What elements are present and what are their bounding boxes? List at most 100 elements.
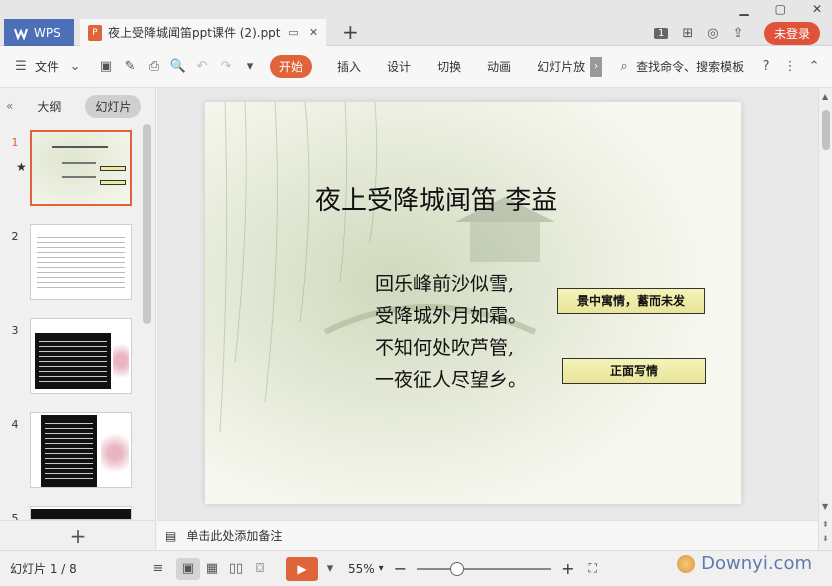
next-slide-icon[interactable]: ⇟ — [822, 534, 829, 543]
ppt-file-icon: P — [88, 24, 102, 41]
watermark-logo-icon — [677, 554, 696, 573]
notes-icon: ▤ — [165, 528, 177, 543]
slide-panel: « 大纲 幻灯片 1 ★ 2 3 4 5 + — [0, 88, 156, 550]
current-slide[interactable]: 夜上受降城闻笛 李益 回乐峰前沙似雪, 受降城外月如霜。 不知何处吹芦管, 一夜… — [205, 102, 741, 504]
slide-thumb-image[interactable] — [30, 318, 132, 394]
wps-tab-label: WPS — [34, 25, 61, 40]
scroll-up-icon[interactable]: ▲ — [822, 92, 828, 101]
undo-icon[interactable]: ↶ — [193, 58, 211, 76]
ribbon-scroll-right-icon[interactable]: › — [590, 56, 603, 77]
tab-outline[interactable]: 大纲 — [27, 95, 71, 118]
previous-slide-icon[interactable]: ⇞ — [822, 520, 829, 529]
print-preview-icon[interactable]: 🔍 — [169, 58, 187, 76]
monitor-icon[interactable]: ▭ — [287, 26, 301, 39]
tab-insert[interactable]: 插入 — [337, 58, 361, 75]
collapse-panel-icon[interactable]: « — [6, 99, 13, 113]
grid-icon[interactable]: ⊞ — [682, 26, 693, 41]
zoom-in-icon[interactable]: + — [561, 559, 574, 578]
slide-number: 2 — [11, 230, 19, 243]
tab-slides[interactable]: 幻灯片 — [85, 94, 142, 118]
reading-view-icon[interactable]: ▯▯ — [224, 558, 248, 580]
notes-placeholder[interactable]: 单击此处添加备注 — [186, 527, 282, 544]
notes-bar[interactable]: ▤ 单击此处添加备注 — [157, 520, 818, 550]
poem-line: 一夜征人尽望乡。 — [375, 369, 528, 391]
close-window-icon[interactable]: ✕ — [812, 2, 822, 16]
panel-scrollbar[interactable] — [143, 124, 151, 324]
slide-thumbnail-5[interactable]: 5 — [0, 506, 145, 520]
more-dropdown-icon[interactable]: ▾ — [241, 58, 259, 76]
new-tab-button[interactable]: + — [342, 20, 359, 44]
tab-animation[interactable]: 动画 — [487, 58, 511, 75]
zoom-out-icon[interactable]: − — [394, 559, 407, 578]
slide-thumb-image[interactable] — [30, 412, 132, 488]
scroll-down-icon[interactable]: ▼ — [822, 502, 828, 511]
poem-text[interactable]: 回乐峰前沙似雪, 受降城外月如霜。 不知何处吹芦管, 一夜征人尽望乡。 — [375, 268, 527, 396]
slide-number: 4 — [11, 418, 19, 431]
poem-line: 不知何处吹芦管, — [375, 337, 515, 359]
window-controls: ▁ ▢ ✕ — [739, 2, 822, 16]
close-tab-icon[interactable]: ✕ — [307, 26, 321, 39]
add-slide-button[interactable]: + — [0, 520, 156, 550]
file-menu[interactable]: 文件 — [35, 58, 59, 75]
search-icon: ⌕ — [620, 59, 628, 74]
tab-slideshow[interactable]: 幻灯片放 — [537, 58, 585, 75]
help-icon[interactable]: ? — [757, 58, 775, 76]
slide-thumb-image[interactable] — [30, 506, 132, 520]
slide-thumbnail-4[interactable]: 4 — [0, 412, 145, 488]
share-icon[interactable]: ⇪ — [733, 26, 744, 41]
document-tab-title: 夜上受降城闻笛ppt课件 (2).ppt — [108, 26, 281, 40]
tab-design[interactable]: 设计 — [387, 58, 411, 75]
normal-view-icon[interactable]: ▣ — [176, 557, 200, 580]
slide-title[interactable]: 夜上受降城闻笛 李益 — [315, 180, 557, 217]
maximize-icon[interactable]: ▢ — [775, 2, 786, 16]
star-icon[interactable]: ★ — [16, 160, 27, 174]
canvas-scrollbar[interactable]: ▲ ▼ ⇞ ⇟ — [818, 88, 832, 550]
window-count-badge[interactable]: 1 — [654, 28, 669, 39]
slide-number: 3 — [11, 324, 19, 337]
watermark-text: Downyi.com — [701, 553, 812, 574]
zoom-slider-knob[interactable] — [450, 561, 465, 576]
slide-thumbnail-2[interactable]: 2 — [0, 224, 145, 300]
chevron-down-icon[interactable]: ⌄ — [66, 58, 84, 76]
zoom-level[interactable]: 55% — [348, 562, 375, 576]
watermark: Downyi.com — [677, 553, 812, 574]
annotation-tag[interactable]: 景中寓情，蓄而未发 — [557, 288, 705, 314]
document-tab[interactable]: P 夜上受降城闻笛ppt课件 (2).ppt ▭ ✕ — [80, 19, 326, 46]
slide-sorter-icon[interactable]: ▦ — [200, 558, 224, 580]
redo-icon[interactable]: ↷ — [217, 58, 235, 76]
minimize-icon[interactable]: ▁ — [739, 2, 748, 16]
ribbon-menu-bar: ☰ 文件 ⌄ ▣ ✎ ⎙ 🔍 ↶ ↷ ▾ 开始 插入 设计 切换 动画 幻灯片放… — [0, 46, 832, 88]
list-view-icon[interactable]: ≡ — [146, 558, 170, 580]
zoom-dropdown-icon[interactable]: ▾ — [379, 563, 384, 574]
wps-logo-icon — [14, 27, 28, 40]
slide-counter: 幻灯片 1 / 8 — [10, 562, 77, 576]
zoom-slider[interactable] — [417, 561, 552, 576]
panel-tabs: « 大纲 幻灯片 — [0, 88, 155, 124]
slide-thumb-image[interactable] — [30, 224, 132, 300]
command-search[interactable]: 查找命令、搜索模板 — [636, 58, 744, 75]
tab-start[interactable]: 开始 — [270, 55, 313, 78]
slide-thumbnail-3[interactable]: 3 — [0, 318, 145, 394]
hamburger-menu-icon[interactable]: ☰ — [12, 58, 30, 76]
fit-window-icon[interactable]: ⛶ — [589, 561, 597, 576]
play-dropdown-icon[interactable]: ▾ — [318, 558, 342, 580]
tab-transition[interactable]: 切换 — [437, 58, 461, 75]
annotation-tag[interactable]: 正面写情 — [562, 358, 706, 384]
camera-icon[interactable]: ⌼ — [248, 558, 272, 580]
slide-thumb-image[interactable] — [30, 130, 132, 206]
collapse-ribbon-icon[interactable]: ⌃ — [805, 58, 823, 76]
play-slideshow-button[interactable]: ▶ — [286, 556, 318, 581]
more-options-icon[interactable]: ⋮ — [781, 58, 799, 76]
login-button[interactable]: 未登录 — [763, 22, 820, 45]
slide-canvas: 夜上受降城闻笛 李益 回乐峰前沙似雪, 受降城外月如霜。 不知何处吹芦管, 一夜… — [157, 88, 818, 520]
skin-icon[interactable]: ◎ — [707, 26, 718, 41]
scrollbar-thumb[interactable] — [822, 110, 830, 150]
print-icon[interactable]: ⎙ — [145, 58, 163, 76]
title-bar: WPS P 夜上受降城闻笛ppt课件 (2).ppt ▭ ✕ + ▁ ▢ ✕ 1… — [0, 0, 832, 46]
slide-number: 5 — [11, 512, 19, 520]
poem-line: 受降城外月如霜。 — [375, 305, 528, 327]
title-toolbar: 1 ⊞ ◎ ⇪ — [654, 26, 744, 41]
save-icon[interactable]: ▣ — [97, 58, 115, 76]
wps-home-tab[interactable]: WPS — [4, 19, 74, 46]
format-painter-icon[interactable]: ✎ — [121, 58, 139, 76]
